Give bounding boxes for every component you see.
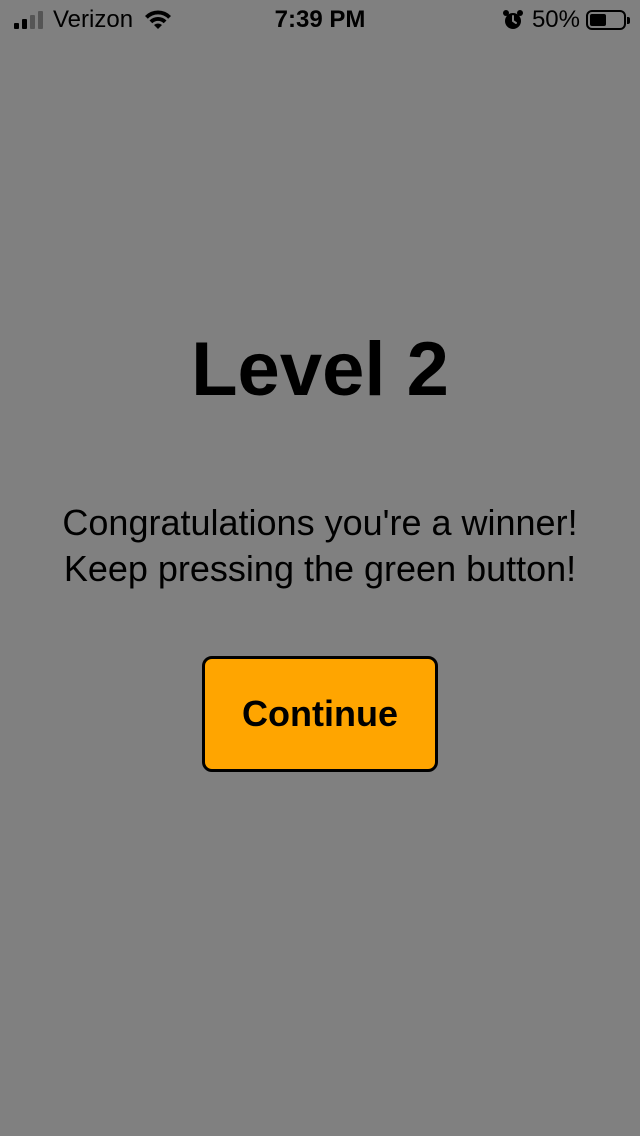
battery-percent: 50%	[531, 6, 580, 33]
status-bar: Verizon 7:39 PM 50%	[0, 0, 640, 40]
message-line-1: Congratulations you're a winner!	[62, 502, 578, 543]
message-line-2: Keep pressing the green button!	[63, 548, 577, 589]
level-title: Level 2	[191, 327, 449, 412]
congratulations-message: Congratulations you're a winner! Keep pr…	[0, 500, 640, 592]
continue-button[interactable]: Continue	[202, 656, 438, 772]
alarm-icon	[502, 10, 523, 29]
status-right: 50%	[502, 6, 630, 34]
battery-icon	[586, 10, 630, 30]
battery-fill	[590, 14, 606, 26]
